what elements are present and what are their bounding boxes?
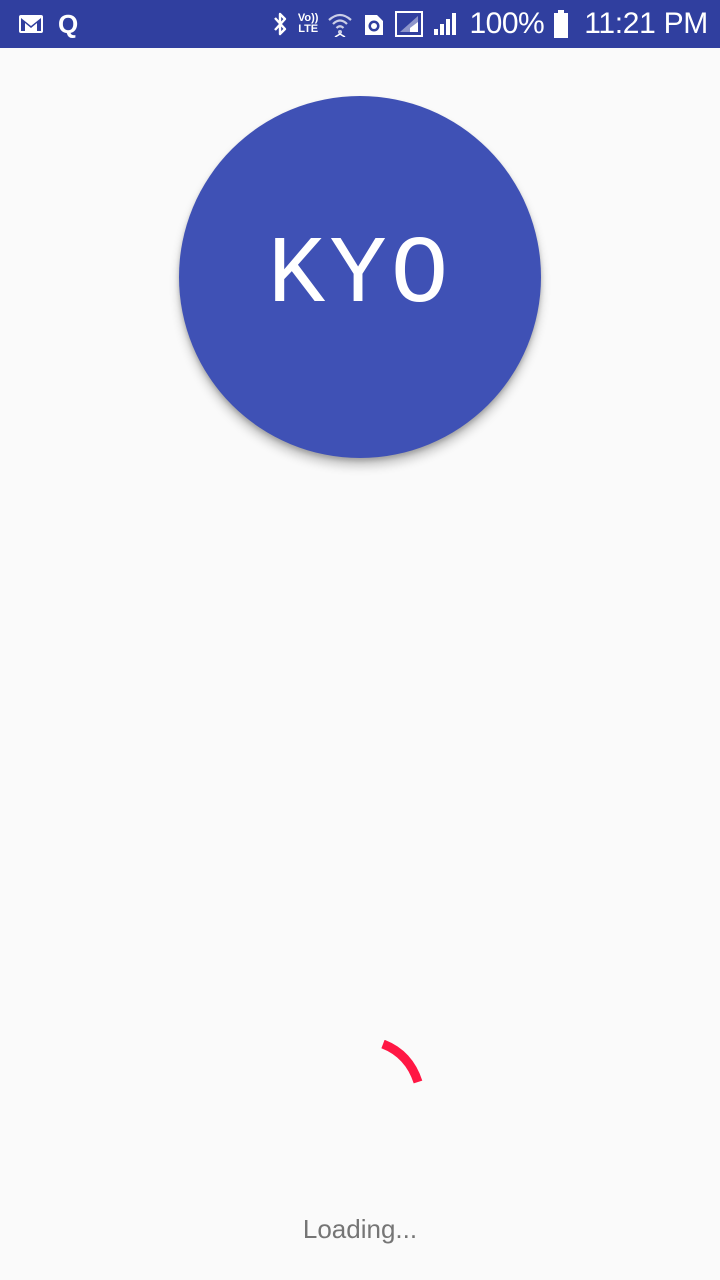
q-icon: Q bbox=[58, 9, 79, 39]
gmail-icon bbox=[18, 14, 44, 34]
status-bar-right: Vo)) LTE 100% 11:21 PM bbox=[271, 9, 708, 39]
signal-sim2-icon bbox=[432, 11, 460, 37]
bluetooth-icon bbox=[271, 10, 289, 38]
app-logo: KYO bbox=[179, 96, 541, 458]
clock: 11:21 PM bbox=[584, 7, 708, 40]
wifi-icon bbox=[327, 11, 353, 37]
signal-sim1-icon bbox=[395, 10, 424, 38]
status-bar: Q Vo)) LTE 100% 11:21 PM bbox=[0, 0, 720, 48]
lte-label: LTE bbox=[298, 23, 319, 35]
app-logo-text: KYO bbox=[267, 220, 453, 330]
status-bar-left: Q bbox=[18, 11, 78, 37]
loading-spinner-icon bbox=[360, 1039, 430, 1100]
battery-percent: 100% bbox=[469, 7, 545, 40]
volte-lte-icon: Vo)) LTE bbox=[298, 13, 319, 35]
data-saver-icon bbox=[362, 10, 386, 38]
battery-icon bbox=[553, 9, 569, 39]
loading-label: Loading... bbox=[302, 1214, 418, 1244]
